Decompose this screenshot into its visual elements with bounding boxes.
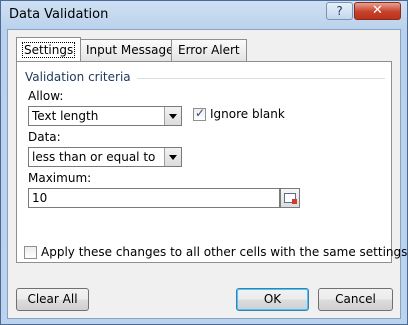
validation-criteria-label: Validation criteria: [25, 70, 135, 84]
ignore-blank-label[interactable]: Ignore blank: [210, 107, 285, 121]
tab-settings[interactable]: Settings: [16, 37, 82, 61]
ignore-blank-checkbox[interactable]: [193, 106, 206, 121]
help-button[interactable]: ?: [326, 2, 353, 20]
tab-settings-label: Settings: [21, 42, 76, 58]
chevron-down-icon[interactable]: [164, 107, 181, 125]
maximum-value: 10: [32, 191, 48, 205]
dialog-body: Settings Input Message Error Alert Valid…: [7, 29, 407, 319]
tab-input-message[interactable]: Input Message: [79, 39, 181, 61]
data-validation-dialog: Data Validation ? ✕ Settings Input Messa…: [0, 0, 408, 325]
maximum-input[interactable]: 10: [28, 188, 280, 208]
settings-panel: Validation criteria Allow: Text length I…: [16, 61, 407, 263]
apply-all-label[interactable]: Apply these changes to all other cells w…: [41, 245, 407, 259]
cancel-button[interactable]: Cancel: [318, 288, 393, 311]
tab-error-alert[interactable]: Error Alert: [171, 39, 247, 61]
close-button[interactable]: ✕: [354, 2, 401, 20]
allow-value: Text length: [32, 109, 99, 123]
range-select-icon: [284, 193, 297, 204]
clear-all-button[interactable]: Clear All: [16, 288, 89, 311]
tab-error-alert-label: Error Alert: [178, 43, 240, 57]
group-divider: [137, 78, 385, 79]
dialog-title: Data Validation: [9, 7, 109, 22]
range-select-button[interactable]: [280, 188, 300, 208]
maximum-label: Maximum:: [28, 171, 92, 185]
allow-label: Allow:: [28, 89, 64, 103]
chevron-down-icon[interactable]: [164, 148, 181, 166]
data-label: Data:: [28, 130, 61, 144]
allow-select[interactable]: Text length: [28, 106, 182, 126]
title-bar[interactable]: Data Validation ? ✕: [1, 1, 407, 29]
data-select[interactable]: less than or equal to: [28, 147, 182, 167]
data-value: less than or equal to: [32, 150, 156, 164]
ok-button[interactable]: OK: [236, 288, 309, 311]
tab-input-message-label: Input Message: [86, 43, 174, 57]
apply-all-checkbox[interactable]: [24, 246, 37, 259]
